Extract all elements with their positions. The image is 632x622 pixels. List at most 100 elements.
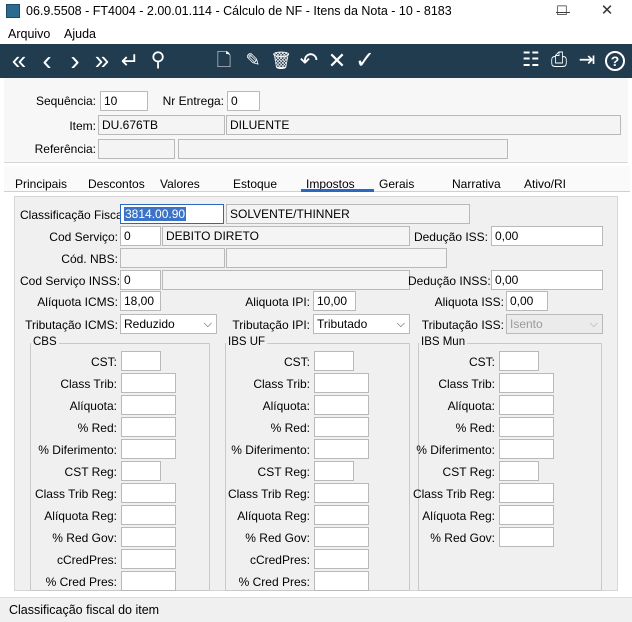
service-code-label: Cod Serviço: [49,230,118,244]
menu-arquivo[interactable]: Arquivo [8,27,50,41]
nbs-field[interactable] [120,248,225,268]
ibs-uf-field-10[interactable] [314,571,369,591]
ibs-uf-field-3[interactable] [314,417,369,437]
ipi-taxation-select[interactable]: Tributado ⌵ [313,314,410,334]
ibs-mun-field-4[interactable] [499,439,554,459]
chevron-down-icon: ⌵ [589,318,598,330]
cbs-field-5[interactable] [121,461,161,481]
cbs-field-7[interactable] [121,505,176,525]
cbs-field-9[interactable] [121,549,176,569]
icms-taxation-value: Reduzido [124,317,175,331]
ibs-uf-field-8[interactable] [314,527,369,547]
ibs-mun-field-7[interactable] [499,505,554,525]
ibs-mun-label-6: Class Trib Reg: [412,487,495,501]
cbs-label-5: CST Reg: [64,465,117,479]
tab-valores[interactable]: Valores [160,177,200,191]
title-bar: 06.9.5508 - FT4004 - 2.00.01.114 - Cálcu… [0,0,632,23]
ibs-uf-field-9[interactable] [314,549,369,569]
cbs-field-8[interactable] [121,527,176,547]
undo-icon[interactable]: ↶ [296,44,322,78]
cbs-label-3: % Red: [77,421,117,435]
trash-icon[interactable]: 🗑 [268,44,294,78]
last-record-icon[interactable]: » [89,44,115,78]
print-icon[interactable]: ⎙ [546,44,572,78]
iss-deduction-label: Dedução ISS: [413,230,488,244]
next-record-icon[interactable]: › [62,44,88,78]
search-icon[interactable]: ⚲ [145,44,171,78]
ibs-mun-field-5[interactable] [499,461,539,481]
inss-deduction-field[interactable]: 0,00 [491,270,603,290]
iss-rate-field[interactable]: 0,00 [506,291,548,311]
ibs-uf-field-6[interactable] [314,483,369,503]
service-code-field[interactable]: 0 [120,226,161,246]
iss-rate-label: Aliquota ISS: [434,295,504,309]
item-code-field[interactable]: DU.676TB [98,115,225,135]
cbs-field-0[interactable] [121,351,161,371]
sequence-label: Sequência: [35,94,96,108]
status-text: Classificação fiscal do item [9,603,160,617]
iss-taxation-select[interactable]: Isento ⌵ [506,314,603,334]
cbs-field-3[interactable] [121,417,176,437]
ibs-mun-label-4: % Diferimento: [416,443,495,457]
ibs-uf-label-6: Class Trib Reg: [227,487,310,501]
reference-field[interactable] [98,139,175,159]
fiscal-class-label: Classificação Fiscal: [20,208,129,222]
tab-ativo-ri[interactable]: Ativo/RI [524,177,566,191]
ibs-uf-group-title: IBS UF [226,336,268,348]
ibs-mun-field-6[interactable] [499,483,554,503]
ibs-mun-field-3[interactable] [499,417,554,437]
cbs-field-2[interactable] [121,395,176,415]
ibs-uf-field-2[interactable] [314,395,369,415]
maximize-button[interactable]: ☐ [539,0,585,23]
item-label: Item: [69,119,96,133]
status-bar: Classificação fiscal do item [0,597,632,622]
sequence-field[interactable]: 10 [100,91,148,111]
previous-record-icon[interactable]: ‹ [34,44,60,78]
ibs-uf-field-5[interactable] [314,461,354,481]
ibs-mun-label-1: Class Trib: [438,377,495,391]
cancel-icon[interactable]: ✕ [324,44,350,78]
delivery-field[interactable]: 0 [227,91,260,111]
first-record-icon[interactable]: « [6,44,32,78]
ipi-rate-field[interactable]: 10,00 [313,291,356,311]
tree-icon[interactable]: ☷ [518,44,544,78]
iss-deduction-field[interactable]: 0,00 [491,226,603,246]
cbs-label-0: CST: [90,355,117,369]
ibs-uf-label-7: Alíquota Reg: [237,509,310,523]
cbs-field-10[interactable] [121,571,176,591]
ibs-mun-field-2[interactable] [499,395,554,415]
inss-service-label: Cod Serviço INSS: [20,274,121,288]
ibs-uf-field-4[interactable] [314,439,369,459]
new-document-icon[interactable]: 🗋 [211,44,237,78]
cbs-field-1[interactable] [121,373,176,393]
inss-service-field[interactable]: 0 [120,270,161,290]
tab-gerais[interactable]: Gerais [379,177,414,191]
menu-ajuda[interactable]: Ajuda [64,27,96,41]
reference-label: Referência: [34,142,96,156]
ibs-mun-field-0[interactable] [499,351,539,371]
fiscal-class-field[interactable]: 3814.00.90 [120,204,224,224]
ibs-mun-field-8[interactable] [499,527,554,547]
close-button[interactable]: ✕ [584,0,630,23]
exit-icon[interactable]: ⇥ [574,44,600,78]
edit-document-icon[interactable]: ✎ [240,44,266,78]
icms-rate-label: Alíquota ICMS: [37,295,118,309]
tab-estoque[interactable]: Estoque [233,177,277,191]
icms-rate-field[interactable]: 18,00 [120,291,161,311]
ibs-uf-label-9: cCredPres: [249,553,310,567]
cbs-field-4[interactable] [121,439,176,459]
tab-principais[interactable]: Principais [15,177,67,191]
enter-icon[interactable]: ↵ [117,44,143,78]
ibs-uf-field-1[interactable] [314,373,369,393]
cbs-field-6[interactable] [121,483,176,503]
cbs-label-1: Class Trib: [60,377,117,391]
ibs-uf-field-7[interactable] [314,505,369,525]
icms-taxation-select[interactable]: Reduzido ⌵ [120,314,217,334]
tab-narrativa[interactable]: Narrativa [452,177,501,191]
confirm-icon[interactable]: ✓ [352,44,378,78]
tab-descontos[interactable]: Descontos [88,177,145,191]
help-icon[interactable]: ? [602,44,628,78]
reference-description-field [178,139,508,159]
ibs-uf-field-0[interactable] [314,351,354,371]
ibs-mun-field-1[interactable] [499,373,554,393]
